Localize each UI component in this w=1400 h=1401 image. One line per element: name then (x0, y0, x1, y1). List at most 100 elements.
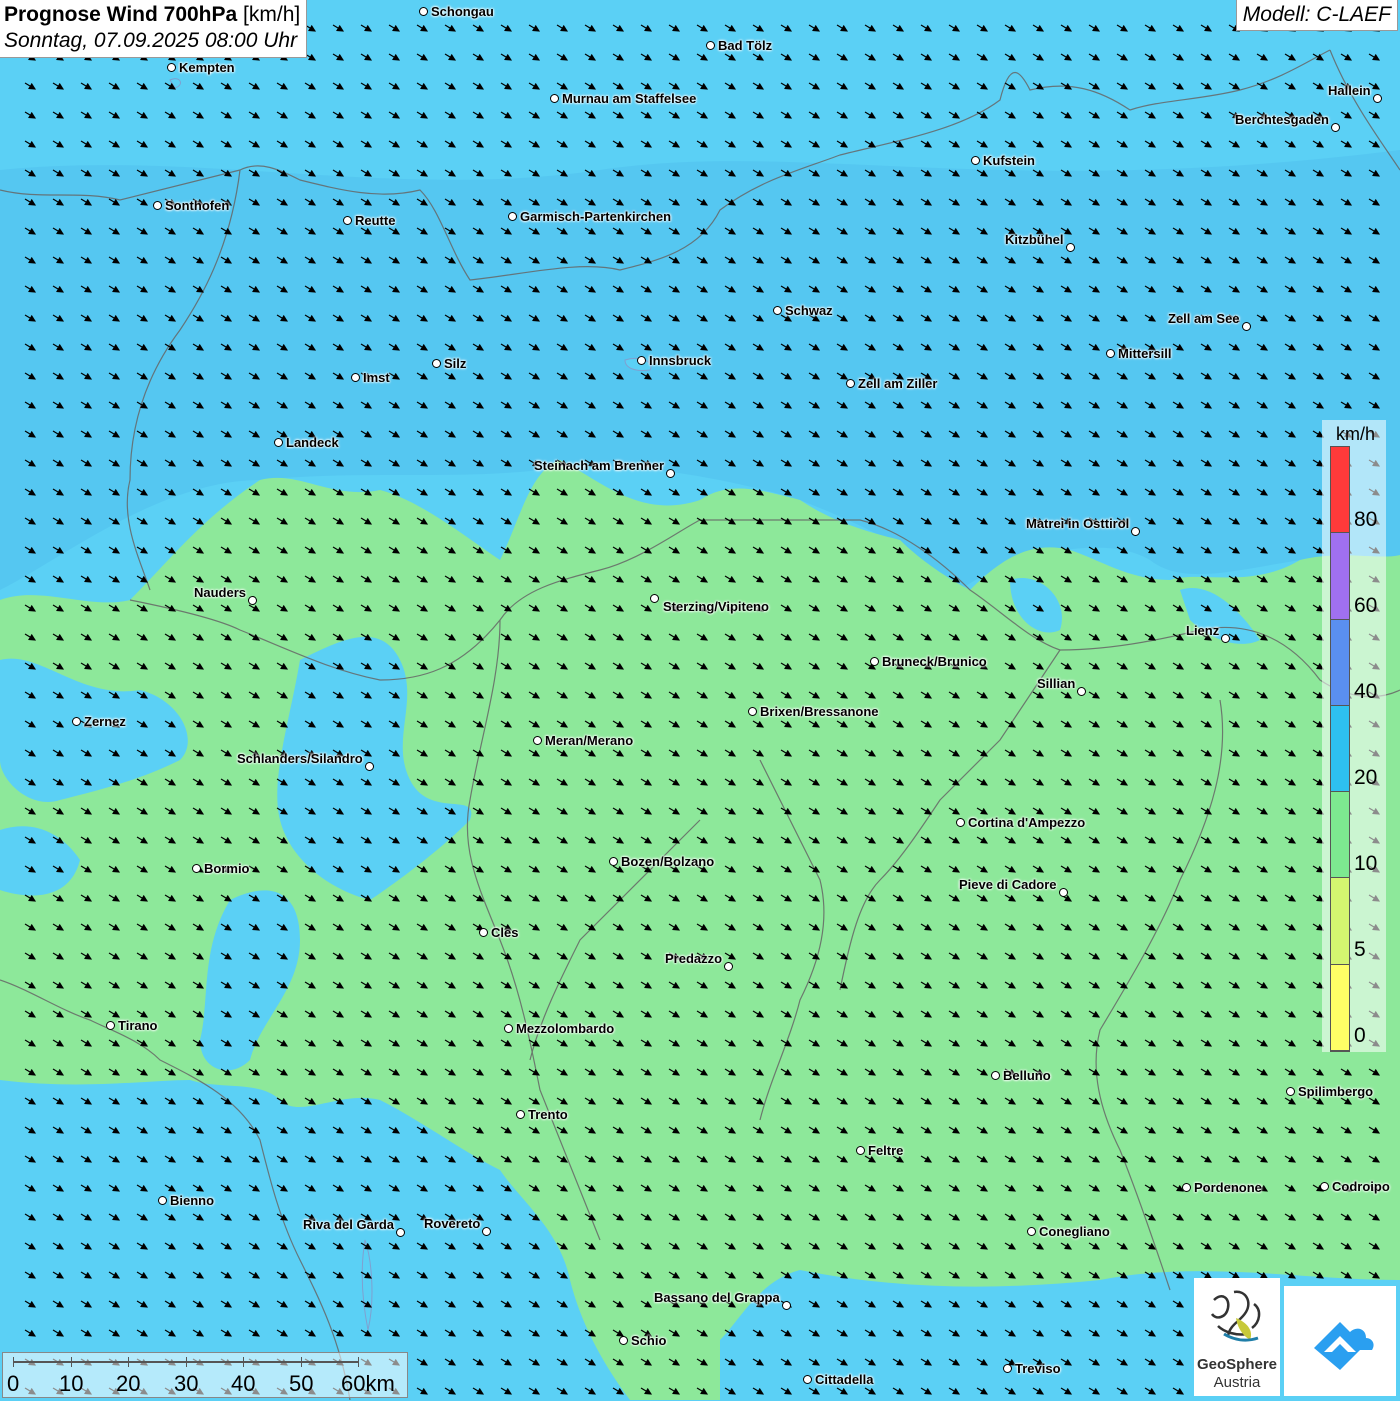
city-marker (504, 1024, 513, 1033)
city-label: Bienno (170, 1193, 215, 1208)
city-marker (619, 1336, 628, 1345)
city-label: Cles (491, 925, 519, 940)
scale-bar: 0 10 20 30 40 50 60km (2, 1352, 408, 1398)
city-label: Landeck (286, 435, 339, 450)
city-marker (106, 1021, 115, 1030)
city-marker (637, 356, 646, 365)
city-marker (274, 438, 283, 447)
legend-tick: 5 (1354, 938, 1366, 961)
cloud-arrow-icon (1314, 1322, 1374, 1370)
city-label: Kufstein (983, 153, 1035, 168)
city-label: Belluno (1003, 1068, 1051, 1083)
city-label: Kempten (179, 60, 235, 75)
city-marker (1077, 687, 1086, 696)
city-label: Schio (631, 1333, 667, 1348)
city-label: Murnau am Staffelsee (562, 91, 697, 106)
city-marker (1331, 123, 1340, 132)
city-marker (870, 657, 879, 666)
city-marker (550, 94, 559, 103)
legend-color-segment (1331, 705, 1349, 793)
city-marker (479, 928, 488, 937)
city-label: Cittadella (815, 1372, 874, 1387)
city-marker (971, 156, 980, 165)
city-marker (706, 41, 715, 50)
scale-label: 0 (7, 1371, 20, 1396)
city-label: Cortina d'Ampezzo (968, 815, 1086, 830)
city-label: Bozen/Bolzano (621, 854, 715, 869)
city-marker (508, 212, 517, 221)
city-marker (773, 306, 782, 315)
scale-label: 40 (231, 1371, 256, 1396)
city-label: Pordenone (1194, 1180, 1262, 1195)
city-marker (482, 1227, 491, 1236)
city-marker (1182, 1183, 1191, 1192)
city-marker (192, 864, 201, 873)
legend-color-segment (1331, 964, 1349, 1051)
city-label: Zell am See (1168, 311, 1240, 326)
scale-tick (13, 1357, 14, 1367)
city-marker (1131, 527, 1140, 536)
city-label: Zernez (84, 714, 126, 729)
app-logo[interactable] (1284, 1286, 1396, 1396)
city-marker (748, 707, 757, 716)
city-marker (650, 594, 659, 603)
scale-tick (186, 1357, 187, 1367)
city-marker (343, 216, 352, 225)
legend-tick: 80 (1354, 508, 1378, 531)
city-label: Matrei in Osttirol (1026, 516, 1130, 531)
city-marker (1320, 1182, 1329, 1191)
legend-color-segment (1331, 792, 1349, 879)
geosphere-logo[interactable]: GeoSphere Austria (1194, 1278, 1280, 1396)
map-title-box: Prognose Wind 700hPa [km/h] Sonntag, 07.… (0, 0, 308, 58)
city-marker (846, 379, 855, 388)
city-marker (1066, 243, 1075, 252)
city-marker (1286, 1087, 1295, 1096)
geosphere-logo-line2: Austria (1213, 1374, 1261, 1391)
city-marker (248, 596, 257, 605)
city-label: Pieve di Cadore (959, 877, 1057, 892)
legend-tick: 60 (1354, 594, 1378, 617)
city-label: Codroipo (1332, 1179, 1390, 1194)
city-label: Lienz (1186, 623, 1220, 638)
city-marker (158, 1196, 167, 1205)
scale-tick (301, 1357, 302, 1367)
model-label: Modell: C-LAEF (1235, 0, 1398, 31)
city-label: Steinach am Brenner (534, 458, 665, 473)
city-label: Sterzing/Vipiteno (663, 599, 769, 614)
city-label: Bassano del Grappa (654, 1290, 780, 1305)
legend: km/h 80 60 40 20 10 5 0 (1322, 420, 1386, 1052)
city-label: Meran/Merano (545, 733, 634, 748)
city-marker (956, 818, 965, 827)
city-marker (1059, 888, 1068, 897)
city-label: Bormio (204, 861, 250, 876)
city-label: Nauders (194, 585, 247, 600)
city-marker (1027, 1227, 1036, 1236)
city-marker (991, 1071, 1000, 1080)
city-marker (609, 857, 618, 866)
scale-tick (358, 1357, 359, 1367)
city-marker (365, 762, 374, 771)
scale-label: 60km (341, 1371, 395, 1396)
legend-unit: km/h (1336, 424, 1376, 444)
city-label: Bruneck/Brunico (882, 654, 987, 669)
city-label: Kitzbühel (1005, 232, 1064, 247)
city-marker (533, 736, 542, 745)
city-label: Predazzo (665, 951, 723, 966)
city-marker (856, 1146, 865, 1155)
city-label: Treviso (1015, 1361, 1061, 1376)
city-marker (1106, 349, 1115, 358)
city-label: Trento (528, 1107, 568, 1122)
map-title: Prognose Wind 700hPa [km/h] (4, 3, 300, 27)
map-title-bold: Prognose Wind 700hPa (4, 3, 238, 26)
city-label: Schwaz (785, 303, 833, 318)
city-marker (72, 717, 81, 726)
city-label: Schongau (431, 4, 494, 19)
city-label: Garmisch-Partenkirchen (520, 209, 672, 224)
legend-tick: 20 (1354, 766, 1378, 789)
map-title-unit: [km/h] (243, 3, 301, 26)
city-label: Innsbruck (649, 353, 712, 368)
city-label: Zell am Ziller (858, 376, 938, 391)
city-marker (782, 1301, 791, 1310)
city-label: Silz (444, 356, 467, 371)
city-label: Bad Tölz (718, 38, 773, 53)
